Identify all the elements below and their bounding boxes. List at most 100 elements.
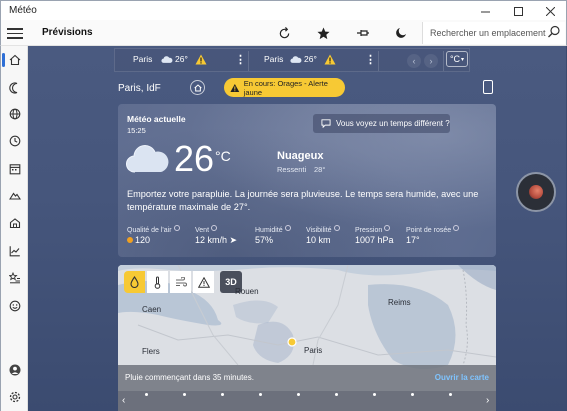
sidebar-item-forecast[interactable] [1,49,28,71]
aqi-dot [127,237,133,243]
maximize-button[interactable] [502,1,535,21]
close-icon [546,6,555,16]
sidebar-item-nearby[interactable] [1,212,28,234]
mountain-icon [8,192,21,200]
warning-icon [230,83,240,92]
alert-text: En cours: Orages - Alerte jaune [243,78,328,97]
weather-alert-badge[interactable]: En cours: Orages - Alerte jaune [224,78,345,97]
device-icon[interactable] [483,80,493,94]
radar-map[interactable]: 3D Rouen Caen Reims Flers Paris Pluie co… [118,265,496,411]
sidebar-item-ski[interactable] [1,185,28,207]
temperature-layer-button[interactable] [147,271,168,293]
floating-radar-button[interactable] [516,172,556,212]
favorite-1-more-button[interactable]: ⋮ [235,53,246,66]
chevron-left-icon: ‹ [412,56,416,66]
favorites-next-button[interactable]: › [424,54,438,68]
precipitation-layer-button[interactable] [124,271,145,293]
building-icon [9,218,20,229]
timeline-marker [373,393,376,396]
stat-label-air-quality: Qualité de l'air [127,225,180,234]
favorite-city-1[interactable]: Paris [133,54,152,64]
theme-button[interactable] [392,24,410,42]
map-city-reims: Reims [388,298,411,307]
star-list-icon [8,272,20,284]
map-city-rouen: Rouen [235,287,259,296]
favorite-temp-2: 26° [304,54,317,64]
main-content: Paris 26° ⋮ Paris 26° ⋮ ‹ › °C ▾ Paris, I… [28,46,566,411]
rain-forecast-message: Pluie commençant dans 35 minutes. [125,373,254,382]
search-icon[interactable] [547,25,561,39]
favorite-divider [443,51,444,71]
sidebar-item-feedback[interactable] [1,295,28,317]
title-bar: Météo [0,0,567,20]
cloud-icon [290,56,302,63]
minimize-button[interactable] [469,1,502,21]
globe-icon [9,108,20,120]
condition: Nuageux [277,150,324,162]
set-home-button[interactable] [190,80,205,95]
search-box[interactable]: Rechercher un emplacement [422,22,565,44]
wind-layer-button[interactable] [170,271,191,293]
clock-icon [9,135,20,147]
hamburger-menu-button[interactable] [7,25,23,41]
pin-icon [357,30,369,36]
favorites-prev-button[interactable]: ‹ [407,54,421,68]
pin-button[interactable] [354,24,372,42]
radar-globe-icon [529,185,543,199]
search-input[interactable]: Rechercher un emplacement [430,28,546,38]
timeline-marker [335,393,338,396]
temperature-unit-dropdown[interactable]: °C ▾ [446,51,468,67]
favorite-city-2[interactable]: Paris [264,54,283,64]
gear-icon [9,391,20,403]
map-layer-toolbar: 3D [124,271,242,293]
different-weather-button[interactable]: Vous voyez un temps différent ? [313,114,450,133]
calendar-icon [9,164,20,175]
home-icon [193,83,202,91]
sidebar-item-world[interactable] [1,103,28,125]
map-city-caen: Caen [142,305,162,314]
sidebar-item-trends[interactable] [1,240,28,262]
home-icon [9,54,20,66]
favorite-divider [378,51,379,71]
moon-icon [396,28,406,38]
sidebar [0,46,28,411]
unit-label: °C [449,54,461,64]
stat-value-air-quality[interactable]: 120 [127,235,150,245]
favorite-2-more-button[interactable]: ⋮ [365,53,376,66]
map-city-flers: Flers [142,347,160,356]
page-title: Prévisions [42,27,93,38]
favorite-button[interactable] [314,24,332,42]
stat-label-visibility: Visibilité [306,225,340,234]
cloud-icon [161,56,173,63]
sidebar-item-account[interactable] [1,359,28,381]
timeline-marker [221,393,224,396]
radar-timeline[interactable]: ‹ › [118,391,496,411]
severe-weather-layer-button[interactable] [193,271,214,293]
stat-label-dew-point: Point de rosée [406,225,460,234]
refresh-icon [279,26,289,38]
avatar-icon [9,364,20,376]
sidebar-item-calendar[interactable] [1,158,28,180]
map-status-bar: Pluie commençant dans 35 minutes. Ouvrir… [118,365,496,391]
timeline-marker [411,393,414,396]
temperature-unit: °C [215,148,231,164]
feels-like-label: Ressenti [277,165,307,174]
drop-icon [130,276,139,288]
sidebar-item-settings[interactable] [1,386,28,408]
sidebar-item-maps[interactable] [1,77,28,99]
sidebar-item-history[interactable] [1,130,28,152]
timeline-prev-button[interactable]: ‹ [122,395,125,406]
warning-icon [195,54,207,65]
favorite-temp-1: 26° [175,54,188,64]
cloudy-weather-icon [126,145,169,173]
favorite-divider [248,51,249,71]
smiley-icon [9,300,20,312]
current-weather-card: Météo actuelle 15:25 Vous voyez un temps… [118,104,496,257]
refresh-button[interactable] [275,24,293,42]
open-map-link[interactable]: Ouvrir la carte [435,373,489,382]
current-time: 15:25 [127,126,146,135]
chevron-right-icon: › [429,56,433,66]
timeline-next-button[interactable]: › [486,395,489,406]
sidebar-item-favorites[interactable] [1,267,28,289]
close-button[interactable] [534,1,567,21]
